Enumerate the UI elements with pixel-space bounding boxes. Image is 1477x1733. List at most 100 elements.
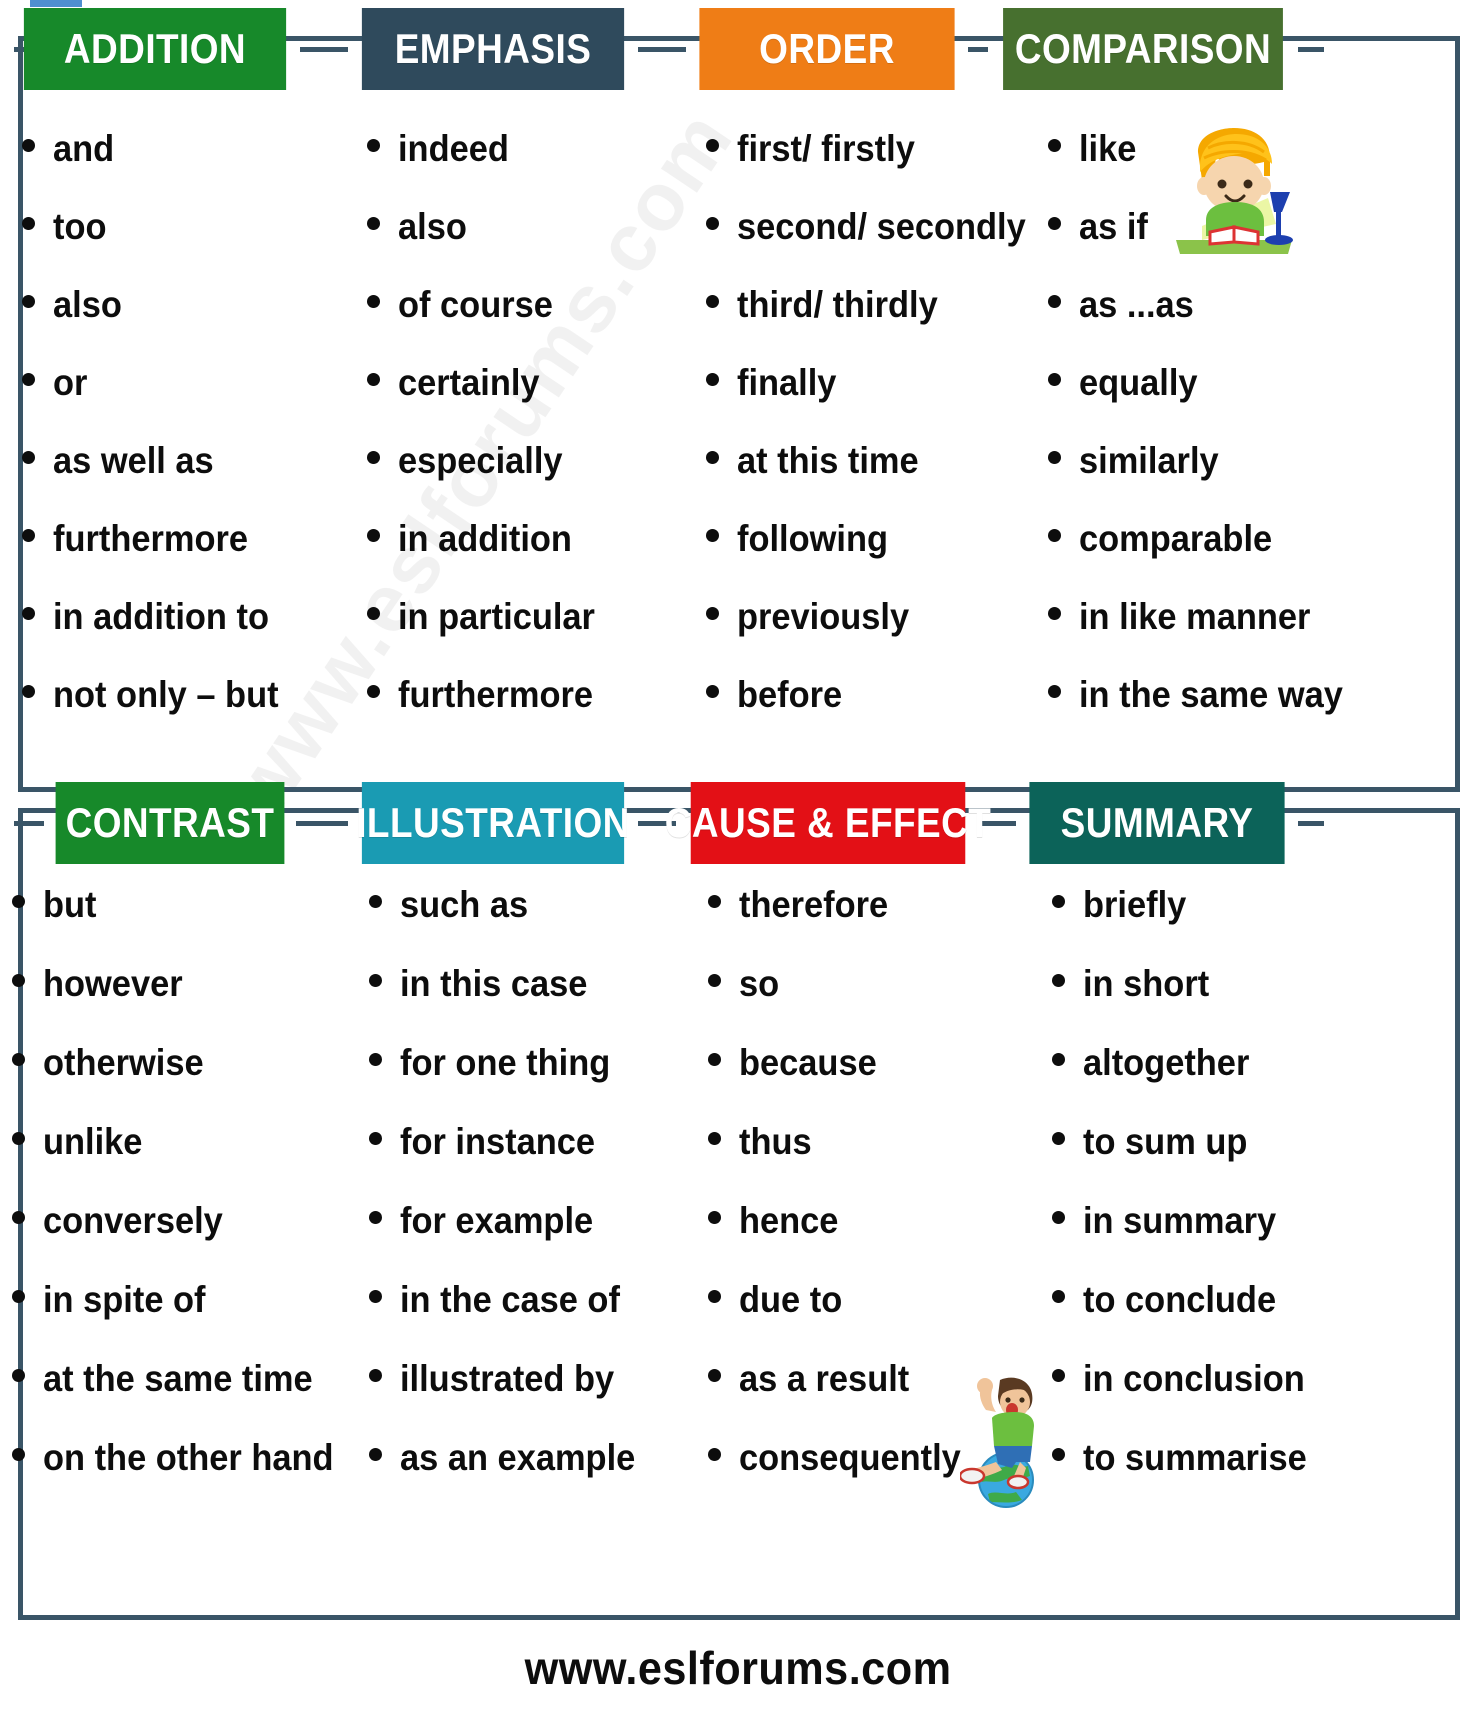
list-item: in the same way: [1048, 676, 1477, 713]
list-item-label: in short: [1083, 963, 1210, 1004]
bullet-icon: [367, 685, 380, 698]
list-item-label: unlike: [43, 1121, 143, 1162]
list-item: before: [706, 676, 1020, 713]
bullet-icon: [22, 685, 35, 698]
list-item-label: in addition: [398, 518, 572, 559]
list-summary: briefly in short altogether to sum up in sum…: [1020, 872, 1477, 1518]
list-item: not only – but: [22, 676, 345, 713]
list-item-label: so: [739, 963, 780, 1004]
bullet-icon: [367, 373, 380, 386]
list-item: as ...as: [1048, 286, 1477, 323]
connector-addition-emphasis: [300, 47, 348, 52]
bullet-icon: [708, 974, 721, 987]
header-illustration[interactable]: ILLUSTRATION: [356, 782, 629, 864]
bullet-icon: [1052, 895, 1065, 908]
list-item: first/ firstly: [706, 130, 1020, 167]
bullet-icon: [1052, 1132, 1065, 1145]
list-addition: and too also or as well as furthermore in addi…: [0, 112, 345, 754]
bullet-icon: [1048, 139, 1061, 152]
list-item-label: hence: [739, 1200, 839, 1241]
header-comparison[interactable]: COMPARISON: [1003, 8, 1283, 90]
blue-artifact-bar: [30, 0, 82, 7]
bullet-icon: [22, 139, 35, 152]
bullet-icon: [1052, 1369, 1065, 1382]
bullet-icon: [22, 529, 35, 542]
list-item-label: first/ firstly: [737, 128, 915, 169]
bullet-icon: [22, 295, 35, 308]
bullet-icon: [12, 895, 25, 908]
list-item: third/ thirdly: [706, 286, 1020, 323]
list-item-label: illustrated by: [400, 1358, 615, 1399]
list-item: on the other hand: [12, 1439, 345, 1476]
list-item-label: like: [1079, 128, 1137, 169]
list-item-label: for one thing: [400, 1042, 611, 1083]
list-item: especially: [367, 442, 680, 479]
list-item: unlike: [12, 1123, 345, 1160]
bullet-icon: [1048, 685, 1061, 698]
list-item-label: because: [739, 1042, 877, 1083]
header-cause-effect[interactable]: CAUSE & EFFECT: [665, 782, 991, 864]
list-item: at this time: [706, 442, 1020, 479]
bullet-icon: [369, 1290, 382, 1303]
header-order[interactable]: ORDER: [699, 8, 955, 90]
list-item: and: [22, 130, 345, 167]
list-item-label: as ...as: [1079, 284, 1194, 325]
list-item: in addition to: [22, 598, 345, 635]
list-item: but: [12, 886, 345, 923]
list-item-label: second/ secondly: [737, 206, 1026, 247]
bullet-icon: [367, 607, 380, 620]
bullet-icon: [1052, 1290, 1065, 1303]
connector-frame-contrast: [14, 821, 44, 826]
bullet-icon: [706, 295, 719, 308]
list-item: in particular: [367, 598, 680, 635]
bullet-icon: [367, 451, 380, 464]
header-summary-label: SUMMARY: [1060, 799, 1254, 846]
bullet-icon: [1048, 607, 1061, 620]
bullet-icon: [369, 974, 382, 987]
bullet-icon: [22, 373, 35, 386]
bullet-icon: [708, 1448, 721, 1461]
list-item-label: of course: [398, 284, 553, 325]
list-item-label: briefly: [1083, 884, 1187, 925]
header-summary[interactable]: SUMMARY: [1029, 782, 1285, 864]
bullet-icon: [708, 1053, 721, 1066]
bullet-icon: [708, 1369, 721, 1382]
list-item-label: or: [53, 362, 88, 403]
list-item: in like manner: [1048, 598, 1477, 635]
list-item: hence: [708, 1202, 1020, 1239]
list-item-label: too: [53, 206, 107, 247]
list-item-label: for instance: [400, 1121, 596, 1162]
list-item: following: [706, 520, 1020, 557]
list-item-label: furthermore: [398, 674, 594, 715]
list-item-label: on the other hand: [43, 1437, 334, 1478]
bullet-icon: [12, 1132, 25, 1145]
connector-order-comparison: [968, 47, 988, 52]
list-item-label: in like manner: [1079, 596, 1311, 637]
list-item: in short: [1052, 965, 1477, 1002]
bullet-icon: [1052, 1211, 1065, 1224]
bottom-columns: but however otherwise unlike conversely in sp…: [0, 872, 1477, 1612]
list-item: however: [12, 965, 345, 1002]
bullet-icon: [12, 1211, 25, 1224]
list-item-label: certainly: [398, 362, 540, 403]
bullet-icon: [708, 895, 721, 908]
list-item-label: in the same way: [1079, 674, 1343, 715]
connector-comparison-frame: [1298, 47, 1324, 52]
list-item-label: third/ thirdly: [737, 284, 938, 325]
bullet-icon: [1048, 529, 1061, 542]
header-addition[interactable]: ADDITION: [23, 8, 287, 90]
connector-contrast-illustration: [296, 821, 348, 826]
bullet-icon: [1048, 373, 1061, 386]
list-item-label: however: [43, 963, 183, 1004]
list-item: of course: [367, 286, 680, 323]
header-emphasis[interactable]: EMPHASIS: [361, 8, 625, 90]
list-item-label: in particular: [398, 596, 595, 637]
bullet-icon: [12, 974, 25, 987]
list-item: in addition: [367, 520, 680, 557]
list-item-label: in conclusion: [1083, 1358, 1305, 1399]
header-contrast[interactable]: CONTRAST: [55, 782, 285, 864]
bullet-icon: [708, 1132, 721, 1145]
bullet-icon: [1048, 295, 1061, 308]
list-item: in the case of: [369, 1281, 680, 1318]
footer-url[interactable]: www.eslforums.com: [525, 1641, 952, 1695]
